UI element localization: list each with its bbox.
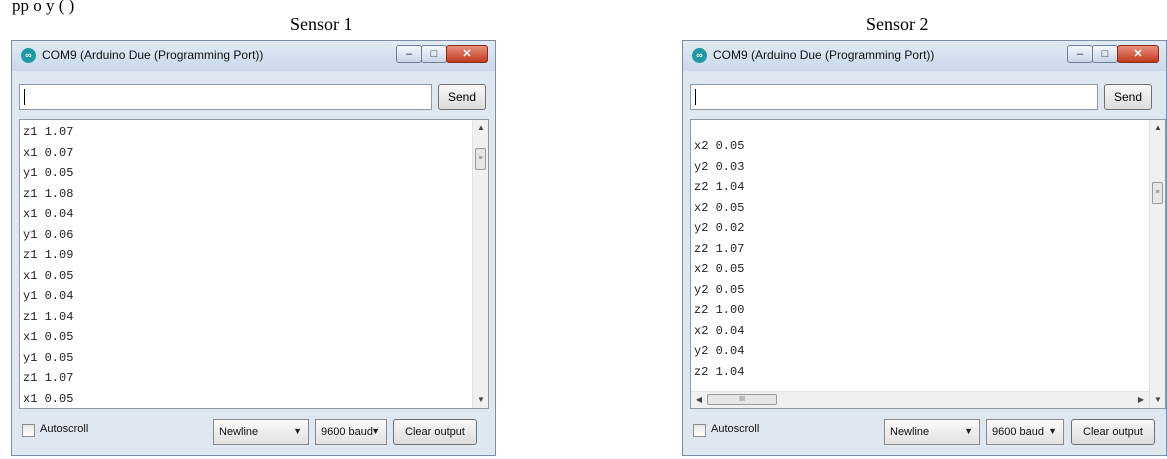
output-line: x2 0.05 [694,262,745,276]
bottom-toolbar: Autoscroll Newline ▼ 9600 baud ▼ Clear o… [12,411,495,455]
infinity-icon: ∞ [21,48,36,63]
output-line: y1 0.05 [23,166,74,180]
window-controls: – □ ✕ [396,45,488,65]
output-line: z1 1.07 [23,371,74,385]
output-line: y1 0.05 [23,350,74,365]
line-ending-select[interactable]: Newline ▼ [884,419,980,445]
output-line: y1 0.04 [23,289,74,303]
output-line: y2 0.05 [694,282,745,297]
scroll-right-icon[interactable]: ▶ [1133,392,1149,408]
sensor-2-caption: Sensor 2 [866,14,929,34]
output-line: y2 0.02 [694,221,745,235]
line-ending-value: Newline [219,426,259,438]
output-line: z1 1.04 [23,309,74,324]
title-bar: ∞ COM9 (Arduino Due (Programming Port)) … [12,41,495,71]
send-button[interactable]: Send [1104,84,1152,110]
output-lines: z1 1.07 x1 0.07 y1 0.05 z1 1.08 x1 0.04 … [23,122,74,408]
horizontal-scroll-thumb[interactable]: III [707,394,777,405]
top-cropped-text: pp o y ( ) [12,0,75,15]
window-title: COM9 (Arduino Due (Programming Port)) [713,48,935,62]
output-line: x2 0.05 [694,200,745,215]
vertical-scrollbar[interactable]: ▲ ≡ ▼ [1149,120,1165,408]
serial-output[interactable]: x2 0.05 y2 0.03 z2 1.04 x2 0.05 y2 0.02 … [690,119,1166,409]
scroll-up-icon[interactable]: ▲ [1150,120,1165,136]
close-icon[interactable]: ✕ [1117,45,1159,63]
autoscroll-checkbox[interactable] [22,424,35,437]
line-ending-value: Newline [890,426,930,438]
scroll-left-icon[interactable]: ◀ [691,392,707,408]
sensor-1-caption: Sensor 1 [290,14,353,34]
output-line: y2 0.04 [694,344,745,358]
output-line: x2 0.04 [694,323,745,338]
serial-monitor-window-1: ∞ COM9 (Arduino Due (Programming Port)) … [11,40,496,456]
output-line: x1 0.05 [23,268,74,283]
output-line: z1 1.09 [23,248,74,262]
scroll-up-icon[interactable]: ▲ [473,120,488,136]
maximize-icon[interactable]: □ [1092,45,1118,63]
output-line: x1 0.07 [23,145,74,160]
output-line: z2 1.04 [694,180,745,194]
serial-input[interactable] [690,84,1098,110]
vertical-scrollbar[interactable]: ▲ ≡ ▼ [472,120,488,408]
bottom-toolbar: Autoscroll Newline ▼ 9600 baud ▼ Clear o… [683,411,1166,455]
send-button[interactable]: Send [438,84,486,110]
baud-rate-select[interactable]: 9600 baud ▼ [986,419,1064,445]
output-line: z2 1.04 [694,364,745,379]
scroll-thumb[interactable]: ≡ [1152,182,1163,204]
autoscroll-label: Autoscroll [40,423,89,435]
minimize-icon[interactable]: – [1067,45,1093,63]
clear-output-button[interactable]: Clear output [393,419,477,445]
serial-output[interactable]: z1 1.07 x1 0.07 y1 0.05 z1 1.08 x1 0.04 … [19,119,489,409]
chevron-down-icon: ▼ [1048,426,1057,436]
chevron-down-icon: ▼ [293,426,302,436]
chevron-down-icon: ▼ [371,426,380,436]
scroll-down-icon[interactable]: ▼ [1150,392,1165,408]
scroll-down-icon[interactable]: ▼ [473,392,488,408]
close-icon[interactable]: ✕ [446,45,488,63]
autoscroll-checkbox[interactable] [693,424,706,437]
output-line: z2 1.07 [694,241,745,256]
baud-rate-value: 9600 baud [992,426,1044,438]
window-title: COM9 (Arduino Due (Programming Port)) [42,48,264,62]
output-line: y1 0.06 [23,227,74,242]
serial-monitor-window-2: ∞ COM9 (Arduino Due (Programming Port)) … [682,40,1167,456]
maximize-icon[interactable]: □ [421,45,447,63]
output-line: z1 1.08 [23,186,74,201]
clear-output-button[interactable]: Clear output [1071,419,1155,445]
serial-input[interactable] [19,84,432,110]
scroll-thumb[interactable]: ≡ [475,148,486,170]
horizontal-scrollbar[interactable]: ◀ III ▶ [691,391,1149,408]
output-lines: x2 0.05 y2 0.03 z2 1.04 x2 0.05 y2 0.02 … [694,136,744,382]
output-line: z2 1.00 [694,303,745,317]
baud-rate-select[interactable]: 9600 baud ▼ [315,419,387,445]
window-controls: – □ ✕ [1067,45,1159,65]
baud-rate-value: 9600 baud [321,426,373,438]
output-line: x1 0.05 [23,391,74,406]
output-line: x2 0.05 [694,139,745,153]
output-line: x1 0.04 [23,207,74,221]
output-line: y2 0.03 [694,159,745,174]
infinity-icon: ∞ [692,48,707,63]
chevron-down-icon: ▼ [964,426,973,436]
output-line: x1 0.05 [23,330,74,344]
title-bar: ∞ COM9 (Arduino Due (Programming Port)) … [683,41,1166,71]
minimize-icon[interactable]: – [396,45,422,63]
line-ending-select[interactable]: Newline ▼ [213,419,309,445]
autoscroll-label: Autoscroll [711,423,760,435]
output-line: z1 1.07 [23,125,74,139]
